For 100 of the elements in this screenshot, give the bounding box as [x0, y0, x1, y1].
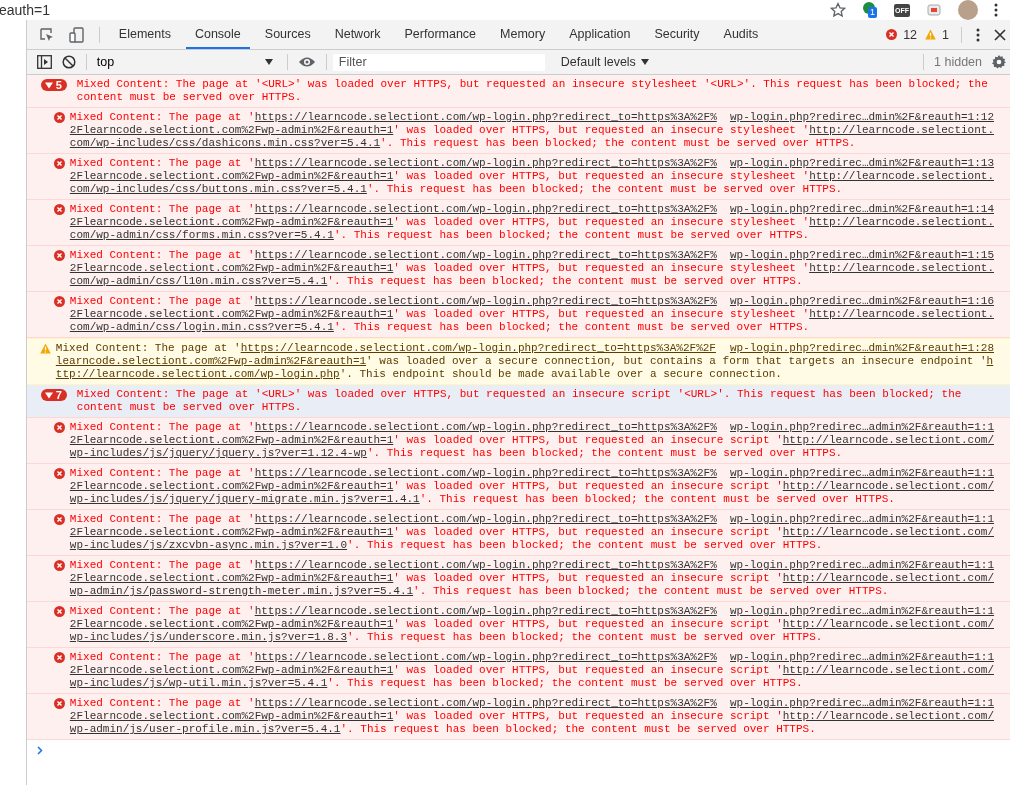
url-link[interactable]: https://learncode.selectiont.com/wp-login.php?redirect_to=https%3A%2F% [254, 513, 717, 526]
url-link[interactable]: 2Flearncode.selectiont.com%2Fwp-admin%2F&reauth=1 [69, 664, 394, 677]
url-link[interactable]: http://learncode.selectiont. [809, 308, 994, 321]
url-link[interactable]: learncode.selectiont.com%2Fwp-admin%2F&reauth=1 [55, 355, 367, 368]
url-link[interactable]: https://learncode.selectiont.com/wp-login.php?redirect_to=https%3A%2F% [254, 651, 717, 664]
message-text: '. This endpoint should be made available over a secure connection. [339, 368, 782, 381]
url-link[interactable]: com/wp-includes/css/buttons.min.css?ver=5.4.1 [69, 183, 367, 196]
error-count[interactable]: 12 [903, 27, 918, 42]
close-icon[interactable] [994, 28, 1006, 41]
url-link[interactable]: 2Flearncode.selectiont.com%2Fwp-admin%2F&reauth=1 [69, 710, 394, 723]
menu-icon[interactable] [994, 3, 998, 17]
source-link[interactable]: wp-login.php?redirec…admin%2F&reauth=1:1 [729, 651, 994, 664]
url-link[interactable]: http://learncode.selectiont. [809, 124, 994, 137]
context-select[interactable]: top [92, 55, 263, 69]
url-link[interactable]: https://learncode.selectiont.com/wp-login.php?redirect_to=https%3A%2F% [254, 697, 717, 710]
url-link[interactable]: https://learncode.selectiont.com/wp-login.php?redirect_to=https%3A%2F% [254, 605, 717, 618]
eye-icon[interactable] [297, 56, 316, 68]
url-link[interactable]: https://learncode.selectiont.com/wp-login.php?redirect_to=https%3A%2F% [254, 111, 717, 124]
url-link[interactable]: 2Flearncode.selectiont.com%2Fwp-admin%2F&reauth=1 [69, 308, 394, 321]
url-link[interactable]: wp-includes/js/wp-util.min.js?ver=5.4.1 [69, 677, 328, 690]
inspect-icon[interactable] [38, 26, 55, 43]
url-link[interactable]: com/wp-admin/css/forms.min.css?ver=5.4.1 [69, 229, 334, 242]
group-toggle[interactable]: 7 [40, 389, 67, 401]
source-link[interactable]: wp-login.php?redirec…admin%2F&reauth=1:1 [729, 605, 994, 618]
url-link[interactable]: https://learncode.selectiont.com/wp-login.php?redirect_to=https%3A%2F% [254, 559, 717, 572]
filter-field[interactable]: Filter [332, 53, 545, 71]
source-link[interactable]: wp-login.php?redirec…admin%2F&reauth=1:1 [729, 513, 994, 526]
extension-icon[interactable] [926, 2, 942, 18]
source-link[interactable]: wp-login.php?redirec…admin%2F&reauth=1:1 [729, 697, 994, 710]
url-link[interactable]: http://learncode.selectiont.com/ [782, 618, 994, 631]
url-link[interactable]: 2Flearncode.selectiont.com%2Fwp-admin%2F&reauth=1 [69, 618, 394, 631]
star-icon[interactable] [830, 2, 846, 18]
source-link[interactable]: wp-login.php?redirec…dmin%2F&reauth=1:16 [729, 295, 994, 308]
url-link[interactable]: http://learncode.selectiont.com/ [782, 480, 994, 493]
url-link[interactable]: wp-includes/js/underscore.min.js?ver=1.8.3 [69, 631, 348, 644]
url-link[interactable]: h [986, 355, 994, 368]
source-link[interactable]: wp-login.php?redirec…admin%2F&reauth=1:1 [729, 421, 994, 434]
source-link[interactable]: wp-login.php?redirec…dmin%2F&reauth=1:12 [729, 111, 994, 124]
url-link[interactable]: 2Flearncode.selectiont.com%2Fwp-admin%2F&reauth=1 [69, 262, 394, 275]
source-link[interactable]: wp-login.php?redirec…admin%2F&reauth=1:1 [729, 559, 994, 572]
sidebar-icon[interactable] [36, 55, 52, 69]
address-bar-text[interactable]: eauth=1 [0, 2, 50, 18]
url-link[interactable]: https://learncode.selectiont.com/wp-login.php?redirect_to=https%3A%2F%2F [240, 342, 716, 355]
url-link[interactable]: 2Flearncode.selectiont.com%2Fwp-admin%2F&reauth=1 [69, 216, 394, 229]
url-link[interactable]: wp-includes/js/jquery/jquery-migrate.min.js?ver=1.4.1 [69, 493, 420, 506]
url-link[interactable]: http://learncode.selectiont.com/ [782, 434, 994, 447]
source-link[interactable]: wp-login.php?redirec…dmin%2F&reauth=1:28 [729, 342, 994, 355]
url-link[interactable]: http://learncode.selectiont. [809, 262, 994, 275]
url-link[interactable]: wp-includes/js/zxcvbn-async.min.js?ver=1.0 [69, 539, 348, 552]
url-link[interactable]: 2Flearncode.selectiont.com%2Fwp-admin%2F&reauth=1 [69, 526, 394, 539]
url-link[interactable]: 2Flearncode.selectiont.com%2Fwp-admin%2F&reauth=1 [69, 572, 394, 585]
panel-tab[interactable]: Memory [491, 20, 555, 49]
message-text: Mixed Content: The page at ' [69, 559, 255, 572]
settings-icon[interactable] [992, 55, 1006, 69]
message-text: '. This request has been blocked; the content must be served over HTTPS. [347, 631, 823, 644]
url-link[interactable]: wp-includes/js/jquery/jquery.js?ver=1.12.4-wp [69, 447, 367, 460]
url-link[interactable]: com/wp-includes/css/dashicons.min.css?ver=5.4.1 [69, 137, 381, 150]
panel-tab[interactable]: Security [645, 20, 709, 49]
message-text: Mixed Content: The page at ' [55, 342, 241, 355]
url-link[interactable]: com/wp-admin/css/login.min.css?ver=5.4.1 [69, 321, 334, 334]
url-link[interactable]: wp-admin/js/password-strength-meter.min.js?ver=5.4.1 [69, 585, 414, 598]
url-link[interactable]: ttp://learncode.selectiont.com/wp-login.php [55, 368, 340, 381]
url-link[interactable]: https://learncode.selectiont.com/wp-login.php?redirect_to=https%3A%2F% [254, 421, 717, 434]
url-link[interactable]: 2Flearncode.selectiont.com%2Fwp-admin%2F&reauth=1 [69, 434, 394, 447]
prompt-icon [36, 746, 43, 755]
url-link[interactable]: http://learncode.selectiont.com/ [782, 710, 994, 723]
source-link[interactable]: wp-login.php?redirec…dmin%2F&reauth=1:14 [729, 203, 994, 216]
group-toggle[interactable]: 5 [40, 79, 67, 91]
menu-icon[interactable] [976, 27, 980, 42]
message-text: Mixed Content: The page at ' [69, 111, 255, 124]
url-link[interactable]: http://learncode.selectiont.com/ [782, 526, 994, 539]
url-link[interactable]: https://learncode.selectiont.com/wp-login.php?redirect_to=https%3A%2F% [254, 467, 717, 480]
message-text: Mixed Content: The page at ' [69, 513, 255, 526]
levels-dropdown[interactable]: Default levels [554, 54, 639, 70]
panel-tab[interactable]: Network [325, 20, 390, 49]
source-link[interactable]: wp-login.php?redirec…admin%2F&reauth=1:1 [729, 467, 994, 480]
url-link[interactable]: com/wp-admin/css/l10n.min.css?ver=5.4.1 [69, 275, 328, 288]
url-link[interactable]: http://learncode.selectiont.com/ [782, 664, 994, 677]
clear-icon[interactable] [61, 55, 76, 69]
panel-tab[interactable]: Performance [395, 20, 486, 49]
panel-tab[interactable]: Sources [255, 20, 320, 49]
url-link[interactable]: http://learncode.selectiont. [809, 170, 994, 183]
panel-tab[interactable]: Audits [714, 20, 768, 49]
url-link[interactable]: https://learncode.selectiont.com/wp-login.php?redirect_to=https%3A%2F% [254, 203, 717, 216]
url-link[interactable]: https://learncode.selectiont.com/wp-login.php?redirect_to=https%3A%2F% [254, 295, 717, 308]
url-link[interactable]: wp-admin/js/user-profile.min.js?ver=5.4.1 [69, 723, 341, 736]
source-link[interactable]: wp-login.php?redirec…dmin%2F&reauth=1:15 [729, 249, 994, 262]
panel-tab[interactable]: Application [560, 20, 640, 49]
url-link[interactable]: 2Flearncode.selectiont.com%2Fwp-admin%2F&reauth=1 [69, 170, 394, 183]
device-icon[interactable] [68, 26, 85, 43]
url-link[interactable]: 2Flearncode.selectiont.com%2Fwp-admin%2F&reauth=1 [69, 480, 394, 493]
panel-tab[interactable]: Elements [109, 20, 180, 49]
url-link[interactable]: http://learncode.selectiont.com/ [782, 572, 994, 585]
source-link[interactable]: wp-login.php?redirec…dmin%2F&reauth=1:13 [729, 157, 994, 170]
url-link[interactable]: https://learncode.selectiont.com/wp-login.php?redirect_to=https%3A%2F% [254, 249, 717, 262]
url-link[interactable]: https://learncode.selectiont.com/wp-login.php?redirect_to=https%3A%2F% [254, 157, 717, 170]
warning-count[interactable]: 1 [942, 27, 949, 42]
url-link[interactable]: http://learncode.selectiont. [809, 216, 994, 229]
error-icon [53, 158, 65, 169]
url-link[interactable]: 2Flearncode.selectiont.com%2Fwp-admin%2F&reauth=1 [69, 124, 394, 137]
